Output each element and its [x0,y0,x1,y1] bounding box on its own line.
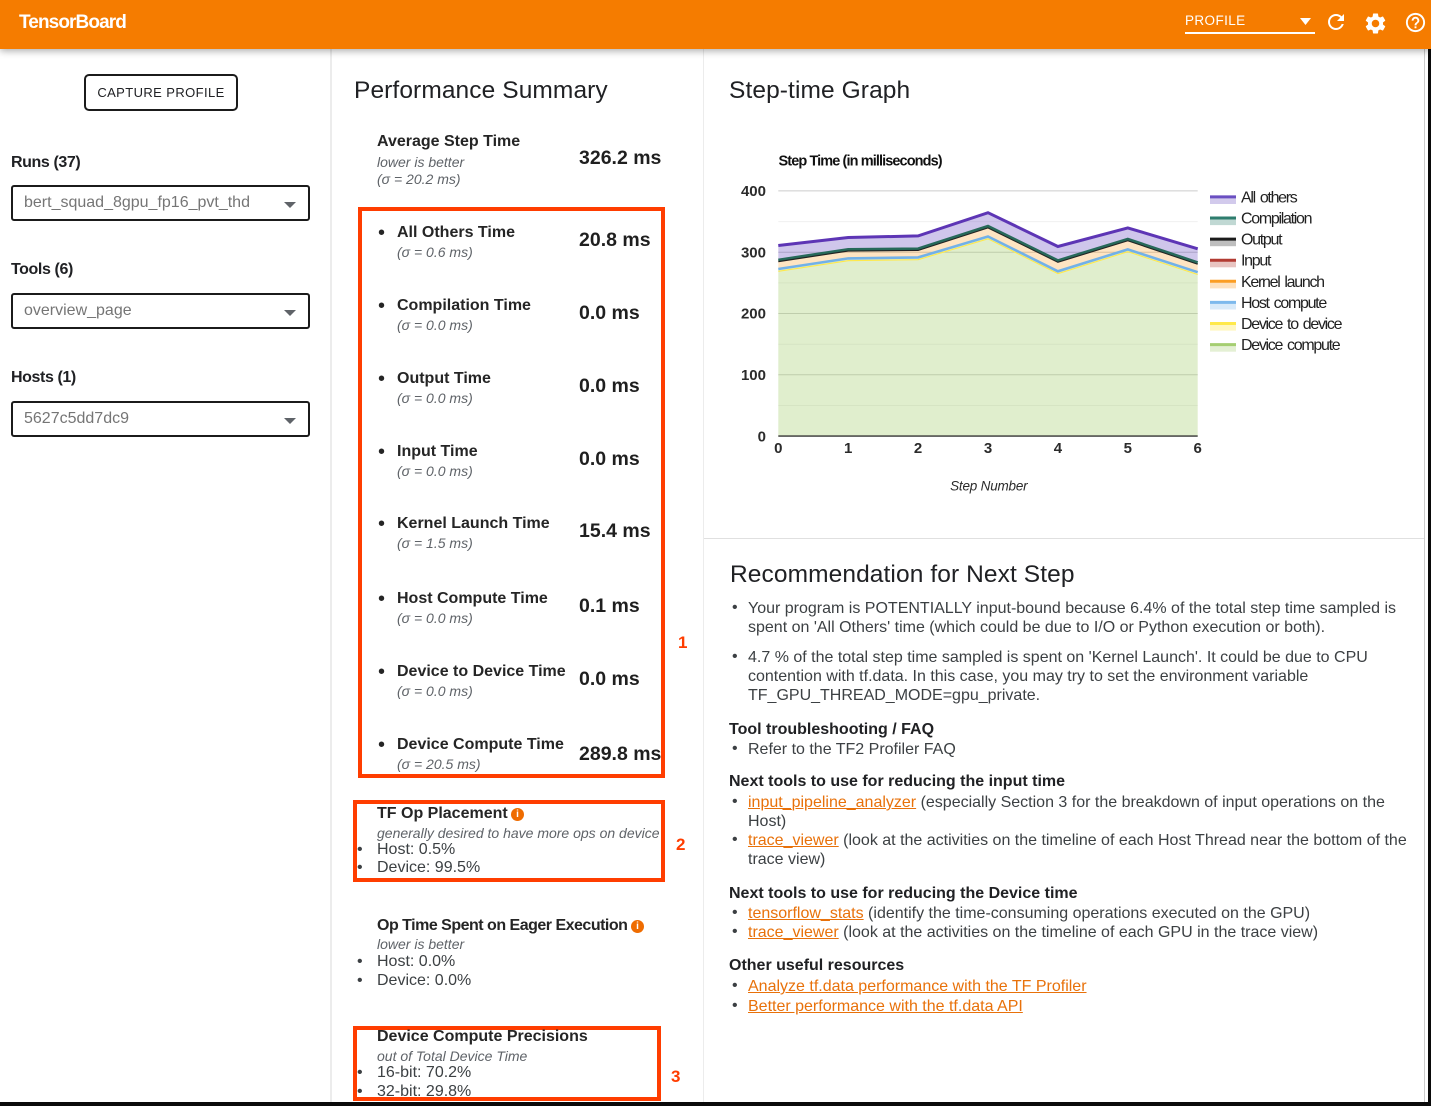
svg-text:Kernel launch: Kernel launch [1241,274,1324,291]
svg-text:0: 0 [758,428,766,445]
svg-text:6: 6 [1194,440,1202,457]
svg-text:4: 4 [1054,440,1063,457]
svg-text:3: 3 [984,440,992,457]
svg-text:1: 1 [844,440,852,457]
svg-text:200: 200 [741,306,766,323]
svg-text:300: 300 [741,244,766,261]
svg-text:2: 2 [914,440,922,457]
svg-text:Compilation: Compilation [1241,211,1312,228]
svg-text:5: 5 [1124,440,1132,457]
svg-text:Device compute: Device compute [1241,337,1341,354]
svg-text:Step Number: Step Number [950,479,1028,494]
svg-text:Step Time (in milliseconds): Step Time (in milliseconds) [779,154,943,170]
svg-text:Device to device: Device to device [1241,316,1343,333]
svg-text:Output: Output [1241,232,1283,249]
svg-text:Host compute: Host compute [1241,295,1327,312]
svg-text:100: 100 [741,367,766,384]
svg-text:All others: All others [1241,189,1298,206]
svg-text:400: 400 [741,183,766,200]
svg-text:0: 0 [774,440,782,457]
svg-text:Input: Input [1241,253,1272,270]
